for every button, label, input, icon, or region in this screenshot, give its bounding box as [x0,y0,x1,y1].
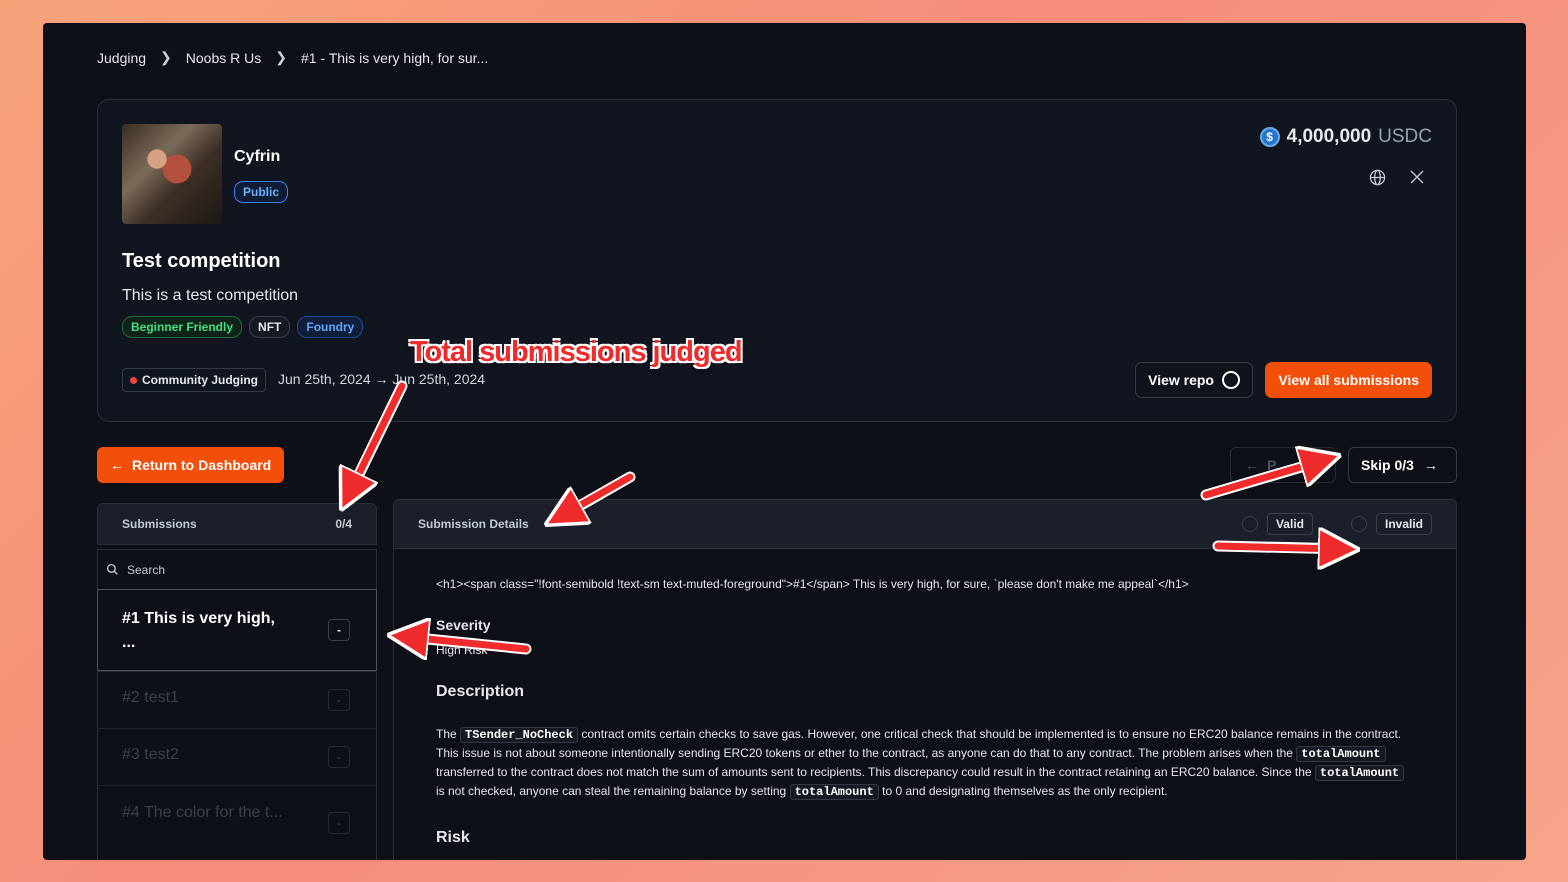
tag-nft: NFT [249,316,291,338]
submission-status: - [328,812,350,834]
raw-heading: <h1><span class="!font-semibold !text-sm… [436,577,1189,591]
severity-heading: Severity [436,617,491,633]
submission-label: #2 test1 [122,689,179,706]
org-name: Cyfrin [234,148,281,165]
code-totalamount: totalAmount [1296,746,1386,762]
risk-heading: Risk [436,829,470,846]
prize-currency: USDC [1378,126,1432,147]
code-totalamount: totalAmount [1314,765,1405,781]
submission-status: - [328,689,350,711]
social-links [1368,168,1426,186]
globe-icon[interactable] [1368,168,1386,186]
search-placeholder: Search [127,562,166,577]
chevron-right-icon: ❯ [160,49,172,65]
submissions-header: Submissions 0/4 [97,503,377,545]
submissions-panel: Submissions 0/4 Search #1 This is very h… [97,503,377,860]
visibility-badge: Public [234,181,289,203]
competition-title: Test competition [122,250,281,272]
status-dot-icon [130,376,137,384]
tag-list: Beginner Friendly NFT Foundry [122,316,364,338]
view-all-submissions-button[interactable]: View all submissions [1265,362,1432,398]
annotation-callout: Total submissions judged [410,336,743,368]
breadcrumb-submission[interactable]: #1 - This is very high, for sur... [301,50,488,66]
previous-button[interactable]: ← P... [1230,447,1336,483]
valid-radio[interactable] [1241,516,1258,532]
submission-item-4[interactable]: #4 The color for the t... - [97,785,377,860]
submissions-count: 0/4 [335,517,352,531]
previous-label: P... [1267,457,1287,473]
submission-details-panel: Submission Details Valid Invalid <h1><sp… [393,499,1457,860]
code-tsender: TSender_NoCheck [460,727,579,743]
return-label: Return to Dashboard [132,457,272,473]
skip-label: Skip 0/3 [1361,457,1414,473]
return-to-dashboard-button[interactable]: ← Return to Dashboard [97,447,285,483]
view-repo-label: View repo [1148,372,1214,388]
prize-amount: 4,000,000 [1286,126,1372,147]
invalid-label[interactable]: Invalid [1375,513,1432,535]
invalid-radio[interactable] [1350,516,1367,532]
competition-card: Cyfrin Public $ 4,000,000 USDC Test comp… [97,99,1457,422]
prize-pool: $ 4,000,000 USDC [1259,126,1432,148]
submission-label: #1 This is very high, ... [122,610,275,651]
details-body: <h1><span class="!font-semibold !text-sm… [394,549,1456,860]
verdict-options: Valid Invalid [1241,513,1432,535]
arrow-left-icon: ← [110,457,124,473]
submission-item-2[interactable]: #2 test1 - [97,671,377,728]
chevron-right-icon: ❯ [275,49,287,65]
breadcrumb-org[interactable]: Noobs R Us [186,50,261,66]
search-icon [106,563,118,575]
x-logo-icon[interactable] [1408,168,1426,186]
judging-type-label: Community Judging [142,373,258,387]
valid-label[interactable]: Valid [1266,513,1313,535]
judging-type-badge: Community Judging [122,368,266,392]
arrow-left-icon: ← [1245,457,1259,473]
submission-item-3[interactable]: #3 test2 - [97,728,377,785]
search-input[interactable]: Search [97,549,377,589]
arrow-right-icon: → [1423,457,1438,473]
breadcrumb-judging[interactable]: Judging [97,50,146,66]
severity-value: High Risk [436,643,488,657]
submission-status: - [328,746,350,768]
submission-status: - [328,619,350,641]
submissions-title: Submissions [122,517,197,531]
tag-foundry: Foundry [297,316,364,338]
org-avatar [122,124,222,224]
usdc-icon: $ [1259,127,1280,147]
description-heading: Description [436,683,525,700]
details-header: Submission Details Valid Invalid [394,500,1456,549]
github-icon [1222,371,1240,389]
submission-item-1[interactable]: #1 This is very high, ... - [97,589,377,671]
tag-beginner-friendly: Beginner Friendly [122,316,243,338]
details-title: Submission Details [418,517,529,531]
app-window: Judging ❯ Noobs R Us ❯ #1 - This is very… [43,23,1526,860]
breadcrumb: Judging ❯ Noobs R Us ❯ #1 - This is very… [97,49,488,66]
submission-label: #4 The color for the t... [122,804,283,821]
view-repo-button[interactable]: View repo [1135,362,1253,398]
submission-label: #3 test2 [122,746,179,763]
skip-button[interactable]: Skip 0/3 → [1348,447,1457,483]
competition-dates: Jun 25th, 2024 → Jun 25th, 2024 [278,371,486,387]
description-text: The TSender_NoCheck contract omits certa… [436,725,1414,801]
competition-description: This is a test competition [122,287,299,304]
code-totalamount: totalAmount [789,784,879,800]
